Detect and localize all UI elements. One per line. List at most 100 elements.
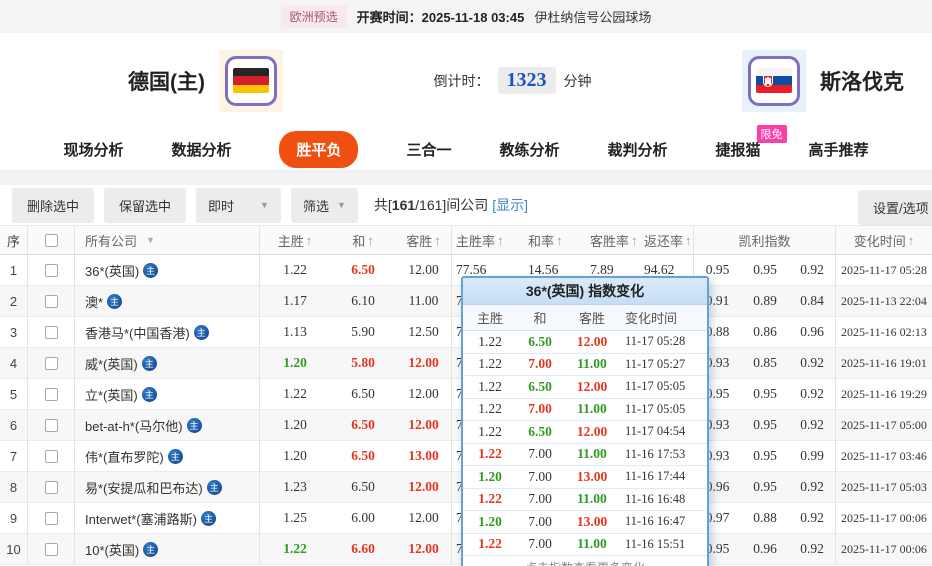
kelly-cell: 0.84 bbox=[789, 286, 836, 316]
company-name[interactable]: 36*(英国) bbox=[85, 261, 139, 280]
row-checkbox[interactable] bbox=[44, 418, 58, 432]
home-odds-cell[interactable]: 1.22 bbox=[260, 255, 330, 285]
kelly-cell: 0.92 bbox=[789, 503, 836, 533]
away-team-name: 斯洛伐克 bbox=[820, 70, 904, 94]
draw-odds-cell[interactable]: 6.60 bbox=[330, 534, 396, 564]
company-name[interactable]: 易*(安提瓜和巴布达) bbox=[85, 478, 203, 497]
header-away-odds[interactable]: 客胜 ↑ bbox=[396, 226, 452, 254]
home-odds-cell[interactable]: 1.25 bbox=[260, 503, 330, 533]
draw-odds-cell[interactable]: 6.10 bbox=[330, 286, 396, 316]
kelly-cell: 0.92 bbox=[789, 348, 836, 378]
row-checkbox[interactable] bbox=[44, 294, 58, 308]
header-home-rate[interactable]: 主胜率 ↑ bbox=[452, 226, 520, 254]
away-odds-cell[interactable]: 12.00 bbox=[396, 472, 452, 502]
tab-win-draw-lose[interactable]: 胜平负 bbox=[279, 130, 359, 168]
away-odds-cell[interactable]: 11.00 bbox=[396, 286, 452, 316]
delete-selected-button[interactable]: 删除选中 bbox=[12, 187, 95, 223]
away-odds-cell[interactable]: 12.00 bbox=[396, 534, 452, 564]
row-checkbox[interactable] bbox=[44, 387, 58, 401]
header-home-odds[interactable]: 主胜 ↑ bbox=[260, 226, 330, 254]
header-draw-rate[interactable]: 和率 ↑ bbox=[520, 226, 578, 254]
draw-odds-cell[interactable]: 6.00 bbox=[330, 503, 396, 533]
company-name[interactable]: Interwet*(塞浦路斯) bbox=[85, 509, 197, 528]
tab-three-in-one[interactable]: 三合一 bbox=[406, 139, 451, 160]
kelly-cell: 0.92 bbox=[789, 410, 836, 440]
change-time-cell: 2025-11-16 19:01 bbox=[841, 355, 927, 370]
row-checkbox[interactable] bbox=[44, 356, 58, 370]
popup-row: 1.22 7.00 11.00 11-17 05:27 bbox=[463, 354, 707, 376]
row-checkbox-cell bbox=[28, 410, 75, 440]
away-odds-cell[interactable]: 12.00 bbox=[396, 379, 452, 409]
row-index: 4 bbox=[0, 348, 28, 378]
popup-header-time: 变化时间 bbox=[625, 311, 678, 326]
chevron-down-icon: ▼ bbox=[336, 200, 346, 210]
select-all-checkbox[interactable] bbox=[44, 233, 58, 247]
tab-referee-analysis[interactable]: 裁判分析 bbox=[608, 139, 668, 160]
header-company[interactable]: 所有公司 ▼ bbox=[75, 226, 260, 254]
away-odds-cell[interactable]: 13.00 bbox=[396, 441, 452, 471]
kelly-cell: 0.92 bbox=[789, 379, 836, 409]
row-checkbox-cell bbox=[28, 255, 75, 285]
home-odds-cell[interactable]: 1.22 bbox=[260, 379, 330, 409]
row-checkbox[interactable] bbox=[44, 511, 58, 525]
settings-button[interactable]: 设置/选项 bbox=[858, 190, 932, 225]
popup-body: 1.22 6.50 12.00 11-17 05:28 1.22 7.00 11.00 11-… bbox=[463, 331, 707, 556]
limited-free-badge: 限免 bbox=[756, 124, 787, 143]
home-team: 德国(主) bbox=[128, 49, 283, 112]
company-name[interactable]: 立*(英国) bbox=[85, 385, 138, 404]
draw-odds-cell[interactable]: 6.50 bbox=[330, 255, 396, 285]
row-checkbox[interactable] bbox=[44, 480, 58, 494]
away-odds-cell[interactable]: 12.00 bbox=[396, 255, 452, 285]
tab-jiebao-cat[interactable]: 捷报猫 限免 bbox=[716, 124, 787, 160]
main-company-icon: 主 bbox=[141, 386, 157, 402]
header-change-time[interactable]: 变化时间 ↑ bbox=[836, 226, 932, 254]
header-return-rate[interactable]: 返还率 ↑ bbox=[640, 226, 694, 254]
draw-odds-cell[interactable]: 5.80 bbox=[330, 348, 396, 378]
draw-odds-cell[interactable]: 6.50 bbox=[330, 379, 396, 409]
row-checkbox[interactable] bbox=[44, 263, 58, 277]
home-odds-cell[interactable]: 1.20 bbox=[260, 348, 330, 378]
company-name[interactable]: 10*(英国) bbox=[85, 540, 139, 559]
away-odds-cell[interactable]: 12.00 bbox=[396, 503, 452, 533]
company-name[interactable]: 威*(英国) bbox=[85, 354, 138, 373]
draw-odds-cell[interactable]: 6.50 bbox=[330, 472, 396, 502]
keep-selected-button[interactable]: 保留选中 bbox=[104, 187, 187, 223]
header-draw-odds[interactable]: 和 ↑ bbox=[330, 226, 396, 254]
row-index: 7 bbox=[0, 441, 28, 471]
home-odds-cell[interactable]: 1.20 bbox=[260, 441, 330, 471]
home-odds-cell[interactable]: 1.17 bbox=[260, 286, 330, 316]
odds-change-popup: 36*(英国) 指数变化 主胜 和 客胜 变化时间 1.22 6.50 12.00 11-1… bbox=[461, 276, 709, 566]
home-odds-cell[interactable]: 1.23 bbox=[260, 472, 330, 502]
row-checkbox[interactable] bbox=[44, 542, 58, 556]
company-name[interactable]: bet-at-h*(马尔他) bbox=[85, 416, 183, 435]
tab-expert-picks[interactable]: 高手推荐 bbox=[809, 139, 869, 160]
draw-odds-cell[interactable]: 5.90 bbox=[330, 317, 396, 347]
popup-row: 1.22 6.50 12.00 11-17 05:28 bbox=[463, 331, 707, 354]
kickoff-time: 2025-11-18 03:45 bbox=[421, 10, 525, 25]
change-time-cell: 2025-11-16 02:13 bbox=[841, 324, 927, 339]
away-odds-cell[interactable]: 12.50 bbox=[396, 317, 452, 347]
show-link[interactable]: [显示] bbox=[492, 197, 528, 213]
league-badge[interactable]: 欧洲预选 bbox=[280, 5, 347, 28]
home-odds-cell[interactable]: 1.22 bbox=[260, 534, 330, 564]
draw-odds-cell[interactable]: 6.50 bbox=[330, 410, 396, 440]
header-away-rate[interactable]: 客胜率 ↑ bbox=[578, 226, 640, 254]
draw-odds-cell[interactable]: 6.50 bbox=[330, 441, 396, 471]
mode-dropdown[interactable]: 即时 ▼ bbox=[196, 187, 281, 223]
row-checkbox[interactable] bbox=[44, 449, 58, 463]
company-name[interactable]: 澳* bbox=[85, 292, 103, 311]
tab-coach-analysis[interactable]: 教练分析 bbox=[500, 139, 560, 160]
row-checkbox[interactable] bbox=[44, 325, 58, 339]
tab-data-analysis[interactable]: 数据分析 bbox=[171, 139, 231, 160]
away-team: 斯洛伐克 bbox=[742, 49, 904, 112]
home-odds-cell[interactable]: 1.13 bbox=[260, 317, 330, 347]
tab-live-analysis[interactable]: 现场分析 bbox=[63, 139, 123, 160]
company-name[interactable]: 伟*(直布罗陀) bbox=[85, 447, 164, 466]
away-odds-cell[interactable]: 12.00 bbox=[396, 410, 452, 440]
filter-dropdown[interactable]: 筛选 ▼ bbox=[290, 187, 358, 223]
kelly-cell: 0.95 bbox=[753, 479, 777, 494]
home-odds-cell[interactable]: 1.20 bbox=[260, 410, 330, 440]
away-odds-cell[interactable]: 12.00 bbox=[396, 348, 452, 378]
company-name[interactable]: 香港马*(中国香港) bbox=[85, 323, 190, 342]
sort-asc-icon: ↑ bbox=[685, 232, 692, 248]
